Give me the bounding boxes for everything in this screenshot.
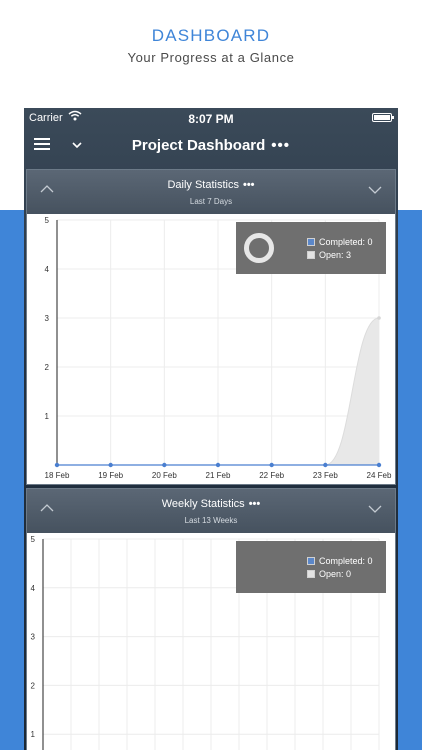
weekly-more-icon[interactable]: ••• xyxy=(249,498,261,510)
y-tick-label: 5 xyxy=(31,535,36,544)
y-tick-label: 3 xyxy=(45,314,50,323)
daily-statistics-card: Daily Statistics ••• Last 7 Days 1 2 3 4 5 18 … xyxy=(26,169,396,485)
completed-series-point xyxy=(323,462,328,468)
weekly-legend: Completed: 0 Open: 0 xyxy=(236,541,386,593)
weekly-statistics-card: Weekly Statistics ••• Last 13 Weeks 1 2 3 4 5… xyxy=(26,488,396,750)
y-tick-label: 3 xyxy=(31,633,36,642)
completed-series-point xyxy=(54,462,60,468)
chevron-down-icon[interactable] xyxy=(367,503,383,515)
legend-open-text: Open: 3 xyxy=(319,250,352,260)
x-tick-label: 22 Feb xyxy=(259,471,284,480)
x-tick-label: 20 Feb xyxy=(152,471,177,480)
legend-open: Open: 0 xyxy=(307,569,351,579)
status-bar: Carrier 8:07 PM xyxy=(24,108,398,128)
y-tick-label: 1 xyxy=(31,730,36,739)
status-time: 8:07 PM xyxy=(188,112,234,126)
completed-series-point xyxy=(162,462,167,468)
legend-completed: Completed: 0 xyxy=(307,237,373,247)
weekly-title-text: Weekly Statistics xyxy=(161,498,245,510)
legend-swatch-completed xyxy=(307,557,315,565)
legend-swatch-open xyxy=(307,570,315,578)
completed-series-point xyxy=(215,462,221,468)
phone-screen: Carrier 8:07 PM Project Dashboard ••• Dai… xyxy=(24,108,398,750)
legend-open-text: Open: 0 xyxy=(319,569,352,579)
y-tick-label: 4 xyxy=(31,584,36,593)
legend-completed-text: Completed: 0 xyxy=(319,556,373,566)
y-tick-label: 5 xyxy=(45,216,50,225)
weekly-card-header[interactable]: Weekly Statistics ••• Last 13 Weeks xyxy=(27,489,395,533)
x-tick-label: 23 Feb xyxy=(313,471,338,480)
daily-more-icon[interactable]: ••• xyxy=(243,179,255,191)
y-tick-label: 2 xyxy=(31,681,36,690)
y-tick-label: 1 xyxy=(45,412,50,421)
completed-series-point xyxy=(108,462,113,468)
legend-completed: Completed: 0 xyxy=(307,556,373,566)
y-tick-label: 2 xyxy=(45,363,50,372)
donut-icon xyxy=(244,233,274,263)
x-tick-label: 24 Feb xyxy=(367,471,392,480)
daily-legend: Completed: 0 Open: 3 xyxy=(236,222,386,274)
x-tick-label: 18 Feb xyxy=(45,471,70,480)
page-title: Project Dashboard ••• xyxy=(24,137,398,154)
legend-swatch-open xyxy=(307,251,315,259)
more-icon[interactable]: ••• xyxy=(271,137,290,154)
open-series-point xyxy=(377,316,381,320)
daily-title-text: Daily Statistics xyxy=(167,179,239,191)
chevron-down-icon[interactable] xyxy=(367,184,383,196)
app-store-screenshot: DASHBOARD Your Progress at a Glance Carr… xyxy=(0,0,422,750)
legend-open: Open: 3 xyxy=(307,250,351,260)
promo-subtitle: Your Progress at a Glance xyxy=(127,50,295,65)
legend-swatch-completed xyxy=(307,238,315,246)
promo-title: DASHBOARD xyxy=(151,26,271,45)
weekly-card-subtitle: Last 13 Weeks xyxy=(184,516,238,525)
navigation-bar: Project Dashboard ••• xyxy=(24,128,398,166)
weekly-card-title: Weekly Statistics ••• xyxy=(27,498,395,510)
daily-card-subtitle: Last 7 Days xyxy=(189,197,233,206)
completed-series-point xyxy=(376,462,382,468)
daily-card-header[interactable]: Daily Statistics ••• Last 7 Days xyxy=(27,170,395,214)
page-title-text: Project Dashboard xyxy=(131,137,266,154)
battery-icon xyxy=(372,113,394,122)
x-tick-label: 21 Feb xyxy=(206,471,231,480)
y-tick-label: 4 xyxy=(45,265,50,274)
daily-card-title: Daily Statistics ••• xyxy=(27,179,395,191)
completed-series-point xyxy=(269,462,274,468)
x-tick-label: 19 Feb xyxy=(98,471,123,480)
legend-completed-text: Completed: 0 xyxy=(319,237,373,247)
